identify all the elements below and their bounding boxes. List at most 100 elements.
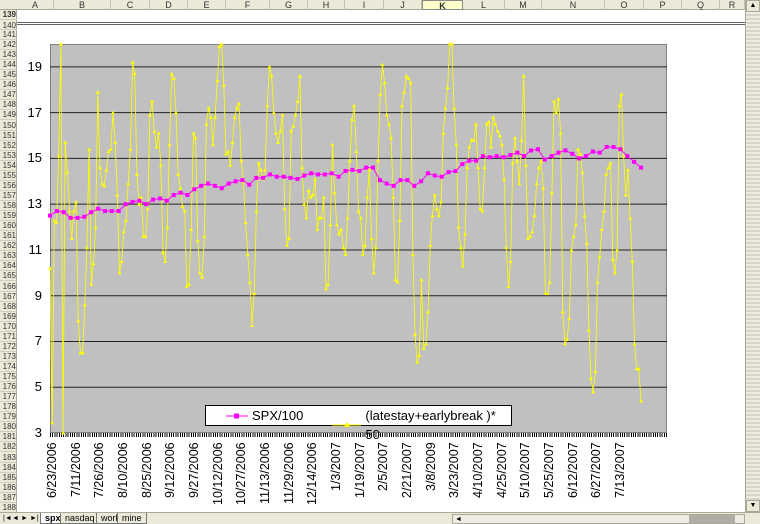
row-header-186[interactable]: 186	[0, 483, 17, 493]
row-header-165[interactable]: 165	[0, 271, 17, 282]
row-header-162[interactable]: 162	[0, 241, 17, 252]
x-tick-label: 11/29/2006	[281, 442, 296, 504]
row-header-145[interactable]: 145	[0, 70, 17, 81]
horizontal-scroll-thumb[interactable]	[689, 515, 735, 523]
row-header-177[interactable]: 177	[0, 392, 17, 403]
chart-legend[interactable]: SPX/100 (latestay+earlybreak )* 50	[205, 405, 512, 442]
row-header-155[interactable]: 155	[0, 171, 17, 181]
row-header-163[interactable]: 163	[0, 251, 17, 262]
column-header-d[interactable]: D	[150, 0, 188, 10]
row-header-159[interactable]: 159	[0, 211, 17, 222]
row-header-171[interactable]: 171	[0, 332, 17, 342]
row-header-185[interactable]: 185	[0, 473, 17, 483]
column-header-o[interactable]: O	[605, 0, 644, 10]
row-header-154[interactable]: 154	[0, 161, 17, 171]
row-header-166[interactable]: 166	[0, 282, 17, 292]
column-header-e[interactable]: E	[188, 0, 226, 10]
row-header-150[interactable]: 150	[0, 121, 17, 131]
yellow-data-point	[467, 144, 472, 149]
legend-item-spx: SPX/100	[226, 406, 303, 425]
yellow-data-point	[160, 250, 165, 254]
row-header-172[interactable]: 172	[0, 342, 17, 352]
row-header-147[interactable]: 147	[0, 90, 17, 101]
column-header-a[interactable]: A	[17, 0, 54, 10]
row-header-148[interactable]: 148	[0, 100, 17, 111]
yellow-data-point	[289, 128, 294, 133]
row-header-143[interactable]: 143	[0, 50, 17, 61]
yellow-data-point	[508, 259, 513, 263]
column-header-p[interactable]: P	[644, 0, 682, 10]
row-header-141[interactable]: 141	[0, 30, 17, 40]
sheet-tab-nasdaq[interactable]: nasdaq	[60, 513, 100, 524]
frozen-pane-divider[interactable]	[17, 22, 745, 25]
vertical-scrollbar[interactable]: ▲ ▼	[745, 0, 760, 512]
row-header-142[interactable]: 142	[0, 40, 17, 51]
row-header-160[interactable]: 160	[0, 221, 17, 232]
row-header-183[interactable]: 183	[0, 453, 17, 463]
column-header-r[interactable]: R	[720, 0, 745, 10]
horizontal-scrollbar[interactable]: ◄	[452, 514, 745, 524]
row-header-181[interactable]: 181	[0, 432, 17, 443]
row-header-175[interactable]: 175	[0, 372, 17, 383]
column-header-g[interactable]: G	[270, 0, 308, 10]
row-header-182[interactable]: 182	[0, 442, 17, 453]
column-header-c[interactable]: C	[111, 0, 150, 10]
chart-object[interactable]: 3 5 7 9 11 13 15 17 19 6/23/2006 7/11/2006 7/26/20…	[17, 26, 745, 512]
row-header-184[interactable]: 184	[0, 463, 17, 473]
prev-sheet-icon[interactable]: ◄	[12, 514, 19, 523]
yellow-data-point	[76, 318, 81, 323]
y-tick-label: 3	[34, 425, 42, 440]
yellow-data-point	[610, 257, 615, 261]
column-header-l[interactable]: L	[463, 0, 505, 10]
column-header-f[interactable]: F	[226, 0, 270, 10]
row-header-156[interactable]: 156	[0, 181, 17, 191]
column-header-k[interactable]: K	[422, 0, 463, 11]
row-header-146[interactable]: 146	[0, 80, 17, 91]
row-header-187[interactable]: 187	[0, 493, 17, 503]
last-sheet-icon[interactable]: ►|	[30, 514, 39, 523]
sheet-tab-mine[interactable]: mine	[117, 513, 147, 524]
column-header-m[interactable]: M	[505, 0, 542, 10]
yellow-data-point	[250, 323, 255, 327]
scroll-down-icon[interactable]: ▼	[746, 500, 760, 512]
column-header-b[interactable]: B	[54, 0, 111, 10]
column-header-q[interactable]: Q	[682, 0, 720, 10]
yellow-data-point	[380, 62, 385, 67]
scroll-left-icon[interactable]: ◄	[455, 515, 462, 524]
row-header-152[interactable]: 152	[0, 141, 17, 151]
row-header-168[interactable]: 168	[0, 302, 17, 312]
row-header-153[interactable]: 153	[0, 151, 17, 161]
row-header-157[interactable]: 157	[0, 191, 17, 201]
column-header-n[interactable]: N	[542, 0, 605, 10]
column-header-h[interactable]: H	[308, 0, 345, 10]
spx-data-point	[48, 213, 52, 218]
column-header-j[interactable]: J	[384, 0, 422, 10]
yellow-data-point	[586, 328, 591, 332]
column-header-i[interactable]: I	[345, 0, 384, 10]
row-header-149[interactable]: 149	[0, 110, 17, 121]
row-header-151[interactable]: 151	[0, 131, 17, 141]
scroll-up-icon[interactable]: ▲	[746, 0, 760, 12]
row-header-167[interactable]: 167	[0, 292, 17, 302]
row-header-144[interactable]: 144	[0, 60, 17, 71]
row-header-178[interactable]: 178	[0, 402, 17, 413]
row-header-174[interactable]: 174	[0, 362, 17, 372]
x-tick-label: 1/19/2007	[352, 442, 367, 498]
spx-data-point	[467, 158, 472, 163]
row-header-176[interactable]: 176	[0, 382, 17, 393]
row-header-180[interactable]: 180	[0, 422, 17, 433]
row-header-164[interactable]: 164	[0, 261, 17, 272]
row-header-169[interactable]: 169	[0, 312, 17, 322]
row-header-158[interactable]: 158	[0, 201, 17, 212]
spx-data-point	[398, 178, 403, 183]
row-header-179[interactable]: 179	[0, 412, 17, 423]
row-header-173[interactable]: 173	[0, 352, 17, 362]
first-sheet-icon[interactable]: |◄	[3, 514, 12, 523]
row-header-170[interactable]: 170	[0, 322, 17, 332]
row-header-140[interactable]: 140	[0, 21, 17, 30]
row-header-139[interactable]: 139	[0, 10, 17, 20]
yellow-data-point	[345, 215, 350, 220]
next-sheet-icon[interactable]: ►	[21, 514, 28, 523]
row-header-161[interactable]: 161	[0, 231, 17, 242]
yellow-data-point	[139, 195, 144, 199]
